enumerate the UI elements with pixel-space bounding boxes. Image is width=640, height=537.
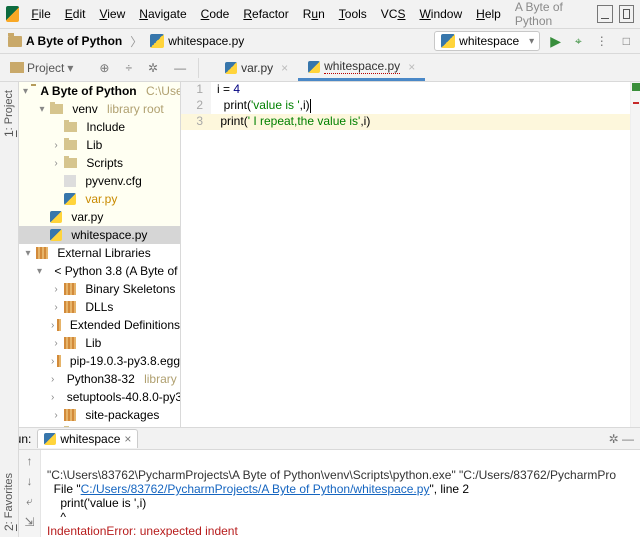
menu-edit[interactable]: Edit — [59, 4, 92, 24]
output-line: "C:\Users\83762\PycharmProjects\A Byte o… — [47, 468, 616, 482]
code-editor[interactable]: 1i = 4 2 print('value is ',i) 3 print(' … — [181, 82, 640, 427]
python-file-icon — [44, 433, 56, 445]
menu-code[interactable]: Code — [195, 4, 236, 24]
tree-varpy2[interactable]: var.py — [19, 208, 180, 226]
python-file-icon — [441, 34, 455, 48]
up-button[interactable]: ↑ — [27, 454, 33, 468]
settings-gear-button[interactable]: ✲ — [144, 59, 162, 77]
window-title: A Byte of Python — [515, 0, 589, 28]
output-error-line: IndentationError: unexpected indent — [47, 524, 238, 537]
run-config-dropdown[interactable]: whitespace — [434, 31, 540, 51]
menu-tools[interactable]: Tools — [333, 4, 373, 24]
output-line: ^ — [47, 510, 66, 524]
tree-binary-skeletons[interactable]: › Binary Skeletons — [19, 280, 180, 298]
tree-external-libraries[interactable]: ▾ External Libraries — [19, 244, 180, 262]
tool-window-favorites-tab[interactable]: 2: Favorites — [0, 467, 18, 537]
menu-window[interactable]: Window — [413, 4, 468, 24]
chevron-right-icon: 〉 — [130, 33, 142, 50]
app-icon — [6, 6, 19, 22]
tool-window-project-tab[interactable]: 1: Project — [0, 86, 18, 141]
editor-tab-whitespace[interactable]: whitespace.py × — [298, 55, 425, 81]
expand-all-button[interactable]: ÷ — [121, 59, 136, 77]
python-file-icon — [150, 34, 164, 48]
scroll-end-button[interactable]: ⇲ — [24, 515, 34, 529]
tree-whitespace[interactable]: whitespace.py — [19, 226, 180, 244]
run-settings-button[interactable]: ✲ — — [609, 432, 634, 446]
error-marker[interactable] — [633, 102, 639, 104]
hide-panel-button[interactable]: — — [170, 59, 190, 77]
project-view-label[interactable]: Project ▾ — [6, 59, 77, 77]
close-icon[interactable]: × — [408, 60, 415, 74]
menu-vcs[interactable]: VCS — [375, 4, 412, 24]
tree-lib[interactable]: › Lib — [19, 136, 180, 154]
tree-include[interactable]: Include — [19, 118, 180, 136]
tree-python38[interactable]: ▾ < Python 3.8 (A Byte of Py — [19, 262, 180, 280]
gutter-line-3: 3 — [181, 114, 211, 130]
search-everywhere-button[interactable]: □ — [619, 34, 634, 48]
tree-dlls[interactable]: › DLLs — [19, 298, 180, 316]
close-icon[interactable]: × — [281, 61, 288, 75]
tree-venv2[interactable]: ▾ venv library root — [19, 424, 180, 427]
tree-varpy[interactable]: var.py — [19, 190, 180, 208]
run-button[interactable]: ▶ — [546, 33, 565, 50]
menu-view[interactable]: View — [93, 4, 131, 24]
tree-venv[interactable]: ▾ venv library root — [19, 100, 180, 118]
tree-pip[interactable]: › pip-19.0.3-py3.8.egg — [19, 352, 180, 370]
close-icon[interactable]: × — [124, 432, 131, 446]
breadcrumb-file[interactable]: whitespace.py — [148, 32, 246, 50]
breadcrumb-root[interactable]: A Byte of Python — [6, 32, 124, 50]
gutter-line-2: 2 — [181, 98, 211, 114]
tree-pyvenv[interactable]: pyvenv.cfg — [19, 172, 180, 190]
project-tree[interactable]: ▾ A Byte of Python C:\Users\8 ▾ venv lib… — [19, 82, 180, 427]
menu-refactor[interactable]: Refactor — [237, 4, 294, 24]
menu-file[interactable]: FFileile — [25, 4, 56, 24]
menu-help[interactable]: Help — [470, 4, 507, 24]
window-minimize-button[interactable] — [597, 5, 612, 23]
tree-setuptools[interactable]: › setuptools-40.8.0-py3. — [19, 388, 180, 406]
error-stripe[interactable] — [630, 82, 640, 427]
down-button[interactable]: ↓ — [27, 474, 33, 488]
analysis-status-icon — [632, 83, 640, 91]
tree-py38-32[interactable]: › Python38-32 library ro — [19, 370, 180, 388]
menu-run[interactable]: Run — [297, 4, 331, 24]
debug-button[interactable]: ⌖ — [571, 34, 586, 49]
tree-extended-defs[interactable]: › Extended Definitions — [19, 316, 180, 334]
run-tab-whitespace[interactable]: whitespace × — [37, 429, 138, 448]
python-file-icon — [308, 61, 320, 73]
output-line: File "C:/Users/83762/PycharmProjects/A B… — [47, 482, 469, 496]
file-link[interactable]: C:/Users/83762/PycharmProjects/A Byte of… — [81, 482, 430, 496]
python-file-icon — [225, 62, 237, 74]
window-maximize-button[interactable] — [619, 5, 634, 23]
tree-scripts[interactable]: › Scripts — [19, 154, 180, 172]
more-actions-button[interactable]: ⋮ — [592, 34, 613, 48]
soft-wrap-button[interactable]: ⤶ — [26, 494, 33, 509]
folder-icon — [8, 36, 22, 47]
output-line: print('value is ',i) — [47, 496, 146, 510]
tree-lib2[interactable]: › Lib — [19, 334, 180, 352]
menu-navigate[interactable]: Navigate — [133, 4, 192, 24]
tree-sitepkg[interactable]: › site-packages — [19, 406, 180, 424]
editor-tab-var[interactable]: var.py × — [215, 57, 298, 81]
tree-root[interactable]: ▾ A Byte of Python C:\Users\8 — [19, 82, 180, 100]
select-opened-file-button[interactable]: ⊕ — [95, 59, 113, 77]
run-output[interactable]: "C:\Users\83762\PycharmProjects\A Byte o… — [41, 450, 640, 537]
gutter-line-1: 1 — [181, 82, 211, 98]
